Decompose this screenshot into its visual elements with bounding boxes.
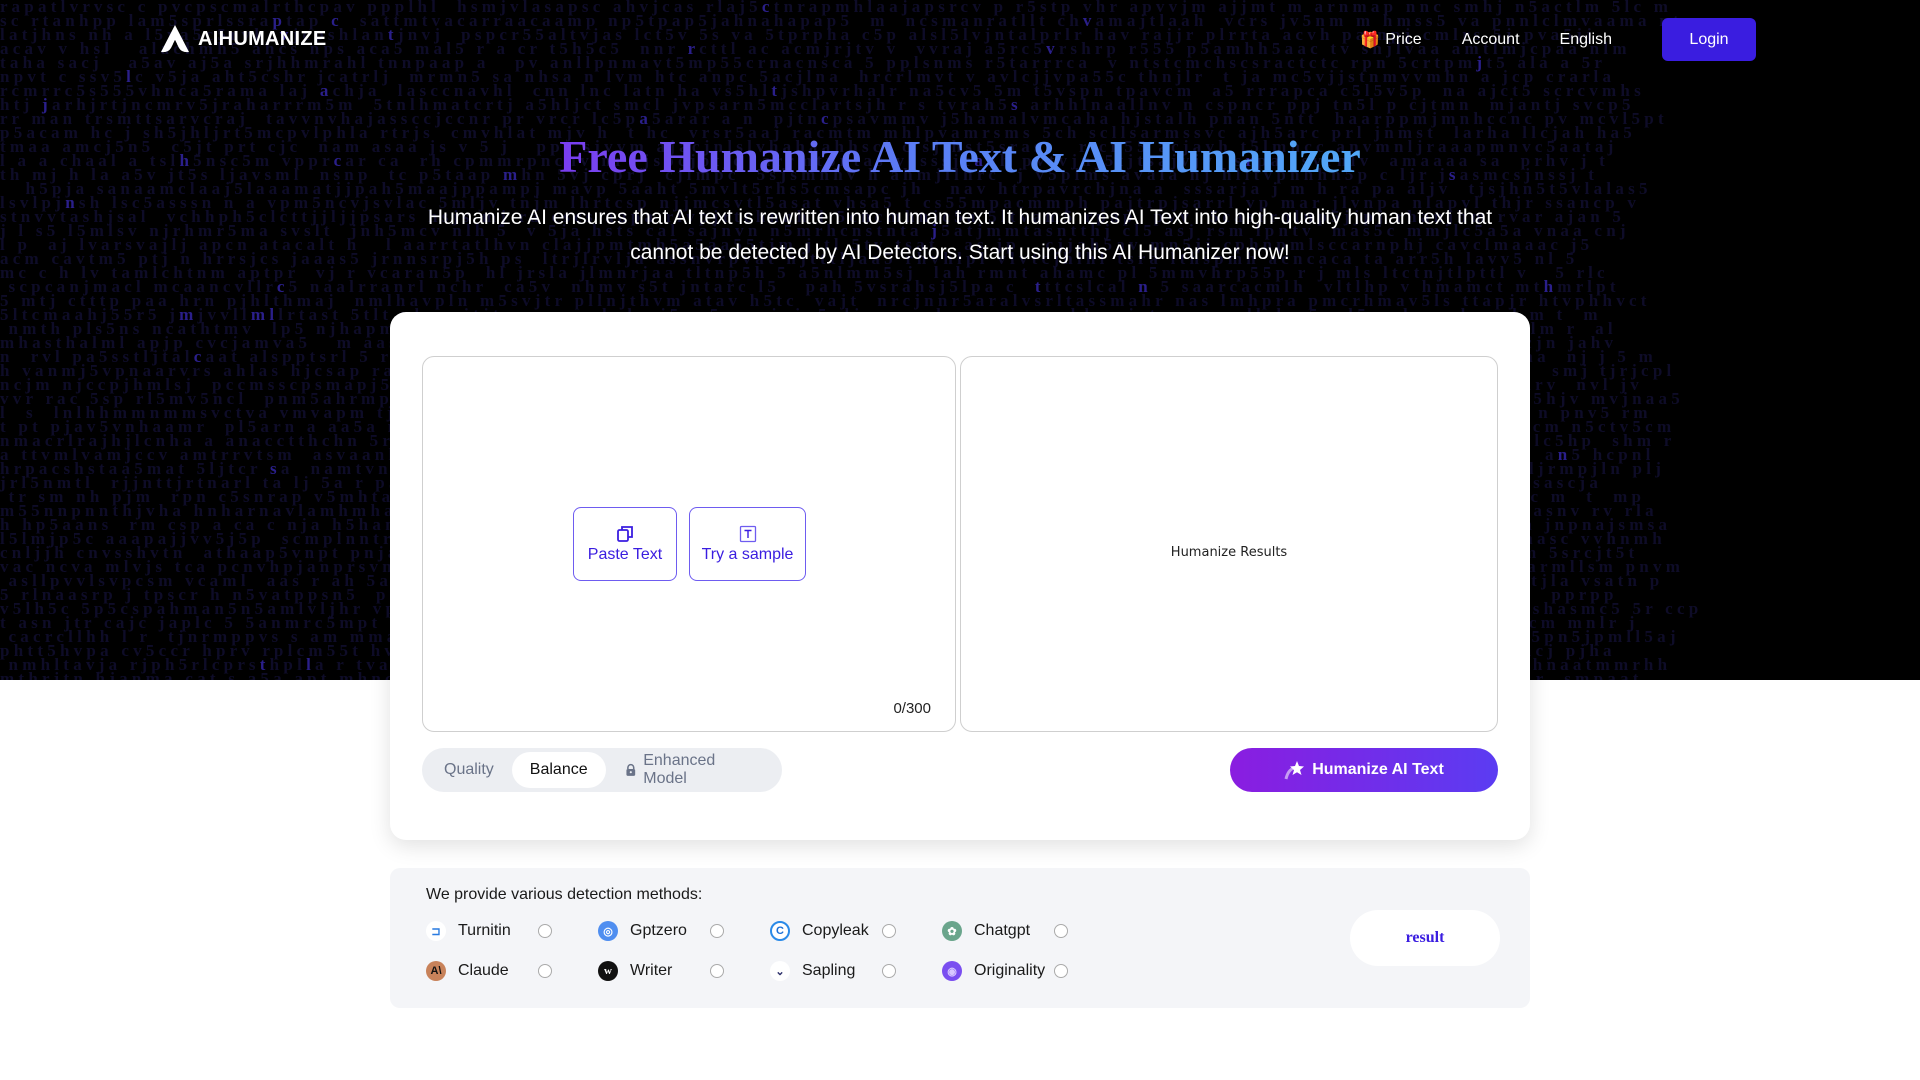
chatgpt-icon: ✿ bbox=[942, 921, 962, 941]
text-box-icon bbox=[739, 525, 756, 543]
method-label: Originality bbox=[974, 962, 1046, 979]
brand-name: AIHUMANIZE bbox=[198, 27, 327, 50]
turnitin-radio[interactable] bbox=[538, 924, 552, 938]
result-button[interactable]: result bbox=[1350, 910, 1500, 966]
login-button[interactable]: Login bbox=[1662, 18, 1756, 61]
detection-methods-panel: We provide various detection methods: ⊐ … bbox=[390, 868, 1530, 1008]
humanize-button-label: Humanize AI Text bbox=[1312, 761, 1444, 778]
page-subtitle: Humanize AI ensures that AI text is rewr… bbox=[400, 200, 1520, 270]
page-title: Free Humanize AI Text & AI Humanizer bbox=[0, 130, 1920, 183]
subtitle-line-2: cannot be detected by AI Detectors. Star… bbox=[630, 241, 1290, 264]
results-placeholder: Humanize Results bbox=[1170, 545, 1288, 560]
brand-logo[interactable]: AIHUMANIZE bbox=[160, 24, 327, 54]
method-label: Copyleak bbox=[802, 922, 869, 939]
sapling-radio[interactable] bbox=[882, 964, 896, 978]
gptzero-icon: ◎ bbox=[598, 921, 618, 941]
mode-enhanced-model[interactable]: Enhanced Model bbox=[606, 752, 778, 788]
nav-price[interactable]: 🎁 Price bbox=[1360, 30, 1421, 50]
nav-language[interactable]: English bbox=[1560, 31, 1612, 49]
paste-text-button[interactable]: Paste Text bbox=[573, 507, 677, 581]
main-nav: 🎁 Price Account English Login bbox=[1360, 18, 1920, 61]
method-originality[interactable]: ◉ Originality bbox=[942, 958, 1114, 984]
character-counter: 0/300 bbox=[893, 700, 931, 717]
mode-balance-label: Balance bbox=[529, 761, 588, 778]
lock-icon bbox=[626, 763, 635, 776]
method-copyleak[interactable]: C Copyleak bbox=[770, 918, 942, 944]
method-label: Chatgpt bbox=[974, 922, 1031, 939]
claude-radio[interactable] bbox=[538, 964, 552, 978]
method-claude[interactable]: A\ Claude bbox=[426, 958, 598, 984]
method-chatgpt[interactable]: ✿ Chatgpt bbox=[942, 918, 1114, 944]
gift-icon: 🎁 bbox=[1360, 31, 1381, 49]
sparkle-star-icon bbox=[1284, 761, 1305, 780]
top-navbar: AIHUMANIZE 🎁 Price Account English Login bbox=[0, 0, 1920, 78]
gptzero-radio[interactable] bbox=[710, 924, 724, 938]
logo-icon bbox=[161, 25, 189, 53]
method-sapling[interactable]: ⌄ Sapling bbox=[770, 958, 942, 984]
method-label: Turnitin bbox=[458, 922, 511, 939]
writer-icon: w bbox=[598, 961, 618, 981]
try-sample-label: Try a sample bbox=[701, 546, 794, 563]
copyleak-radio[interactable] bbox=[882, 924, 896, 938]
method-writer[interactable]: w Writer bbox=[598, 958, 770, 984]
mode-selector: Quality Balance Enhanced Model bbox=[422, 748, 782, 792]
copyleak-icon: C bbox=[770, 921, 790, 941]
method-gptzero[interactable]: ◎ Gptzero bbox=[598, 918, 770, 944]
originality-radio[interactable] bbox=[1054, 964, 1068, 978]
method-turnitin[interactable]: ⊐ Turnitin bbox=[426, 918, 598, 944]
mode-enhanced-label: Enhanced Model bbox=[643, 752, 716, 787]
method-label: Claude bbox=[458, 962, 509, 979]
detection-methods-list: ⊐ Turnitin ◎ Gptzero C Copyleak ✿ Chatgp… bbox=[426, 918, 1114, 984]
writer-radio[interactable] bbox=[710, 964, 724, 978]
method-label: Writer bbox=[630, 962, 673, 979]
originality-icon: ◉ bbox=[942, 961, 962, 981]
sapling-icon: ⌄ bbox=[770, 961, 790, 981]
method-label: Gptzero bbox=[630, 922, 687, 939]
chatgpt-radio[interactable] bbox=[1054, 924, 1068, 938]
mode-balance[interactable]: Balance bbox=[511, 752, 606, 788]
mode-quality[interactable]: Quality bbox=[426, 752, 512, 788]
input-actions: Paste Text Try a sample bbox=[573, 507, 806, 581]
mode-quality-label: Quality bbox=[444, 761, 494, 778]
page-title-text: Free Humanize AI Text & AI Humanizer bbox=[559, 131, 1361, 182]
input-text-area[interactable]: Paste Text Try a sample 0/300 bbox=[422, 356, 956, 732]
turnitin-icon: ⊐ bbox=[426, 921, 446, 941]
humanizer-card: Paste Text Try a sample 0/300 Humanize R… bbox=[390, 312, 1530, 840]
output-results-area: Humanize Results bbox=[960, 356, 1498, 732]
nav-price-label: Price bbox=[1385, 30, 1422, 48]
detection-title: We provide various detection methods: bbox=[426, 886, 703, 903]
paste-text-label: Paste Text bbox=[587, 546, 663, 563]
method-label: Sapling bbox=[802, 962, 856, 979]
try-sample-button[interactable]: Try a sample bbox=[689, 507, 806, 581]
nav-account[interactable]: Account bbox=[1462, 31, 1520, 49]
copy-icon bbox=[617, 526, 633, 542]
subtitle-line-1: Humanize AI ensures that AI text is rewr… bbox=[427, 206, 1493, 229]
claude-icon: A\ bbox=[426, 961, 446, 981]
humanize-ai-text-button[interactable]: Humanize AI Text bbox=[1230, 748, 1498, 792]
